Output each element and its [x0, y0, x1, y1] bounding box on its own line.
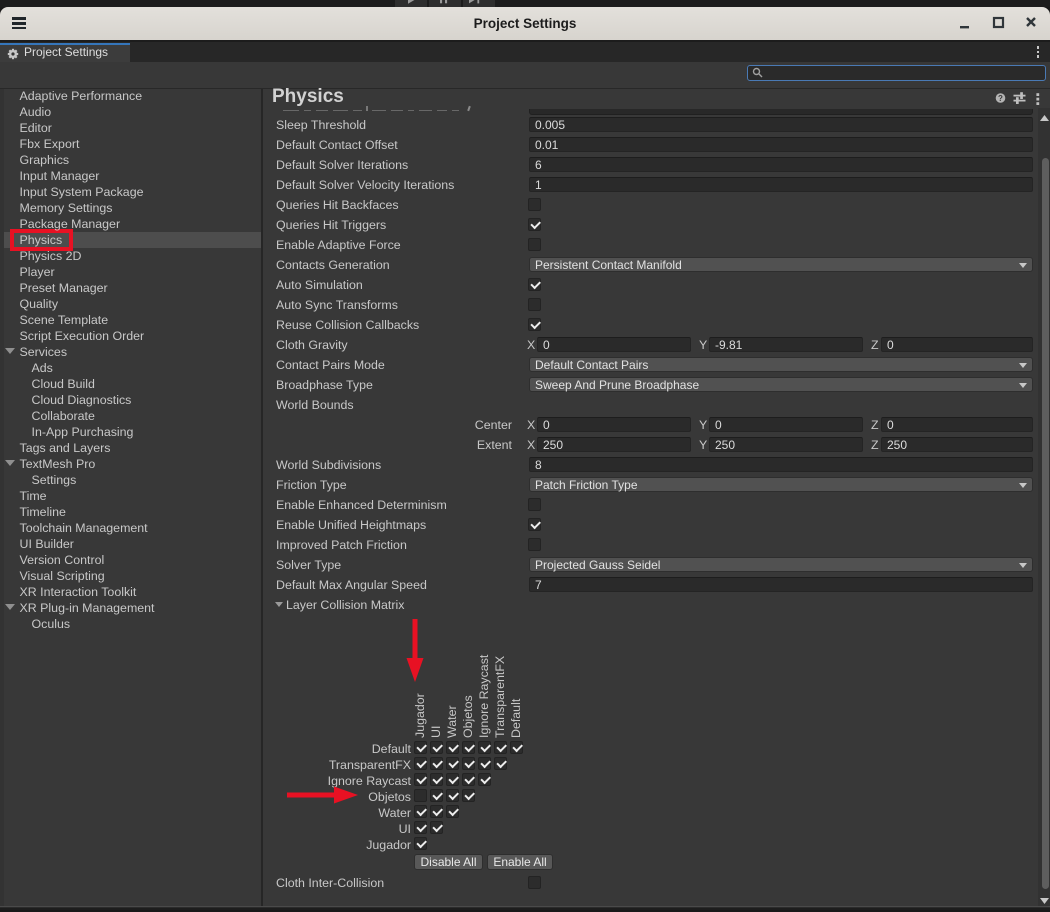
svg-text:?: ? [998, 94, 1003, 103]
